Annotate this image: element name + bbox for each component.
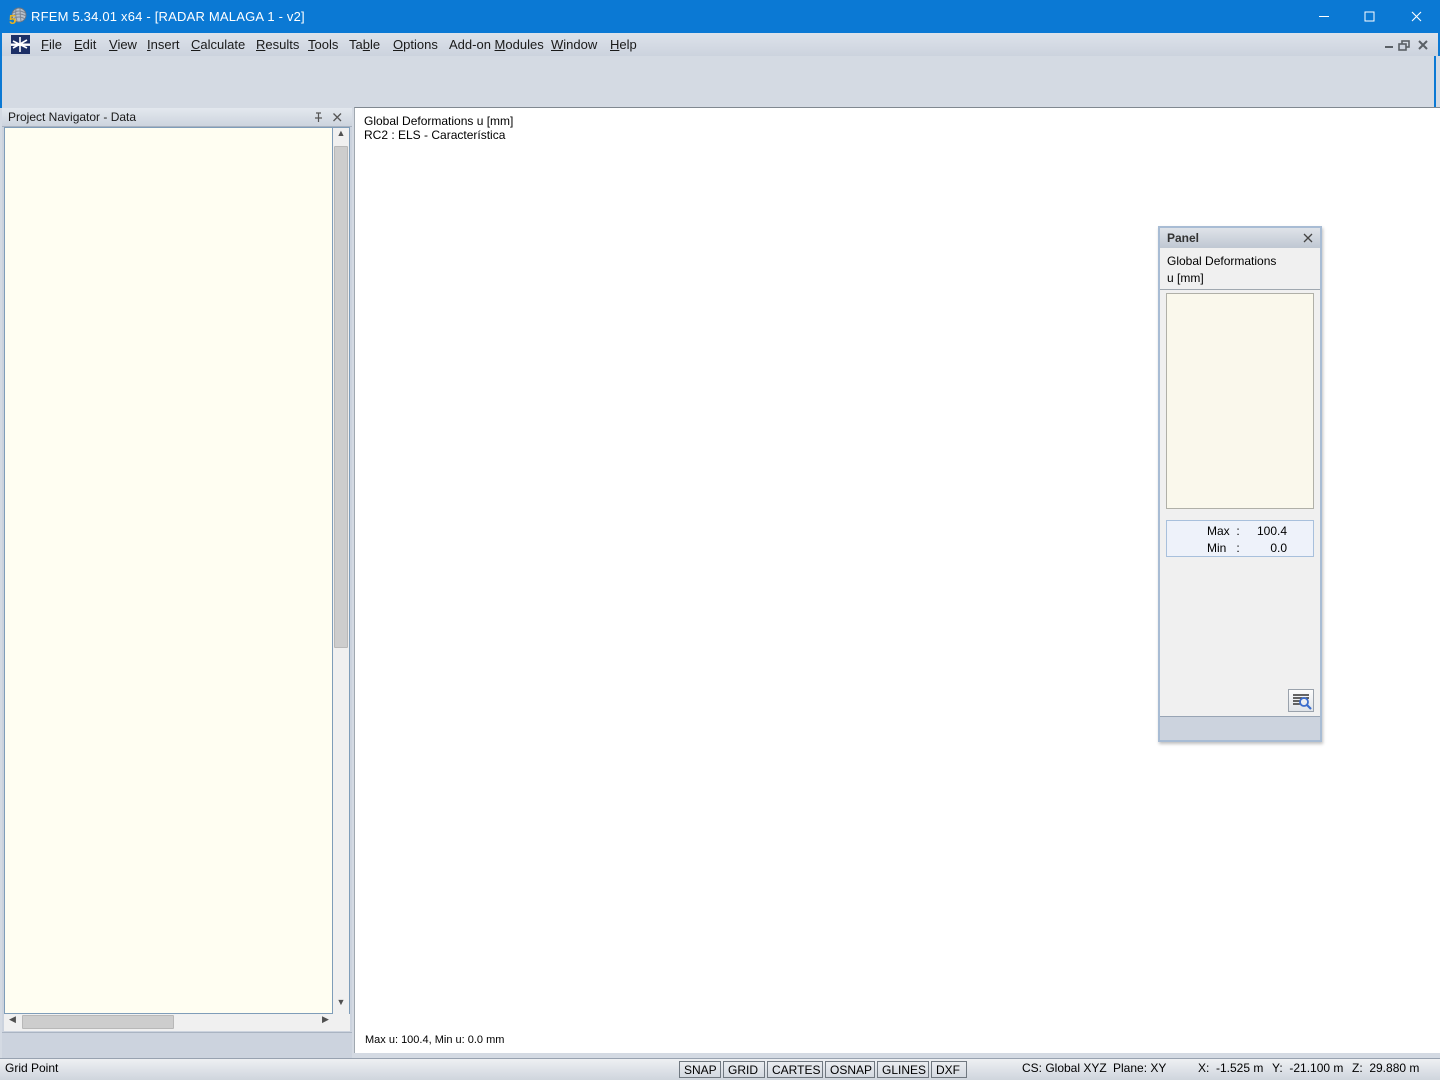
svg-text:5: 5	[9, 12, 16, 26]
